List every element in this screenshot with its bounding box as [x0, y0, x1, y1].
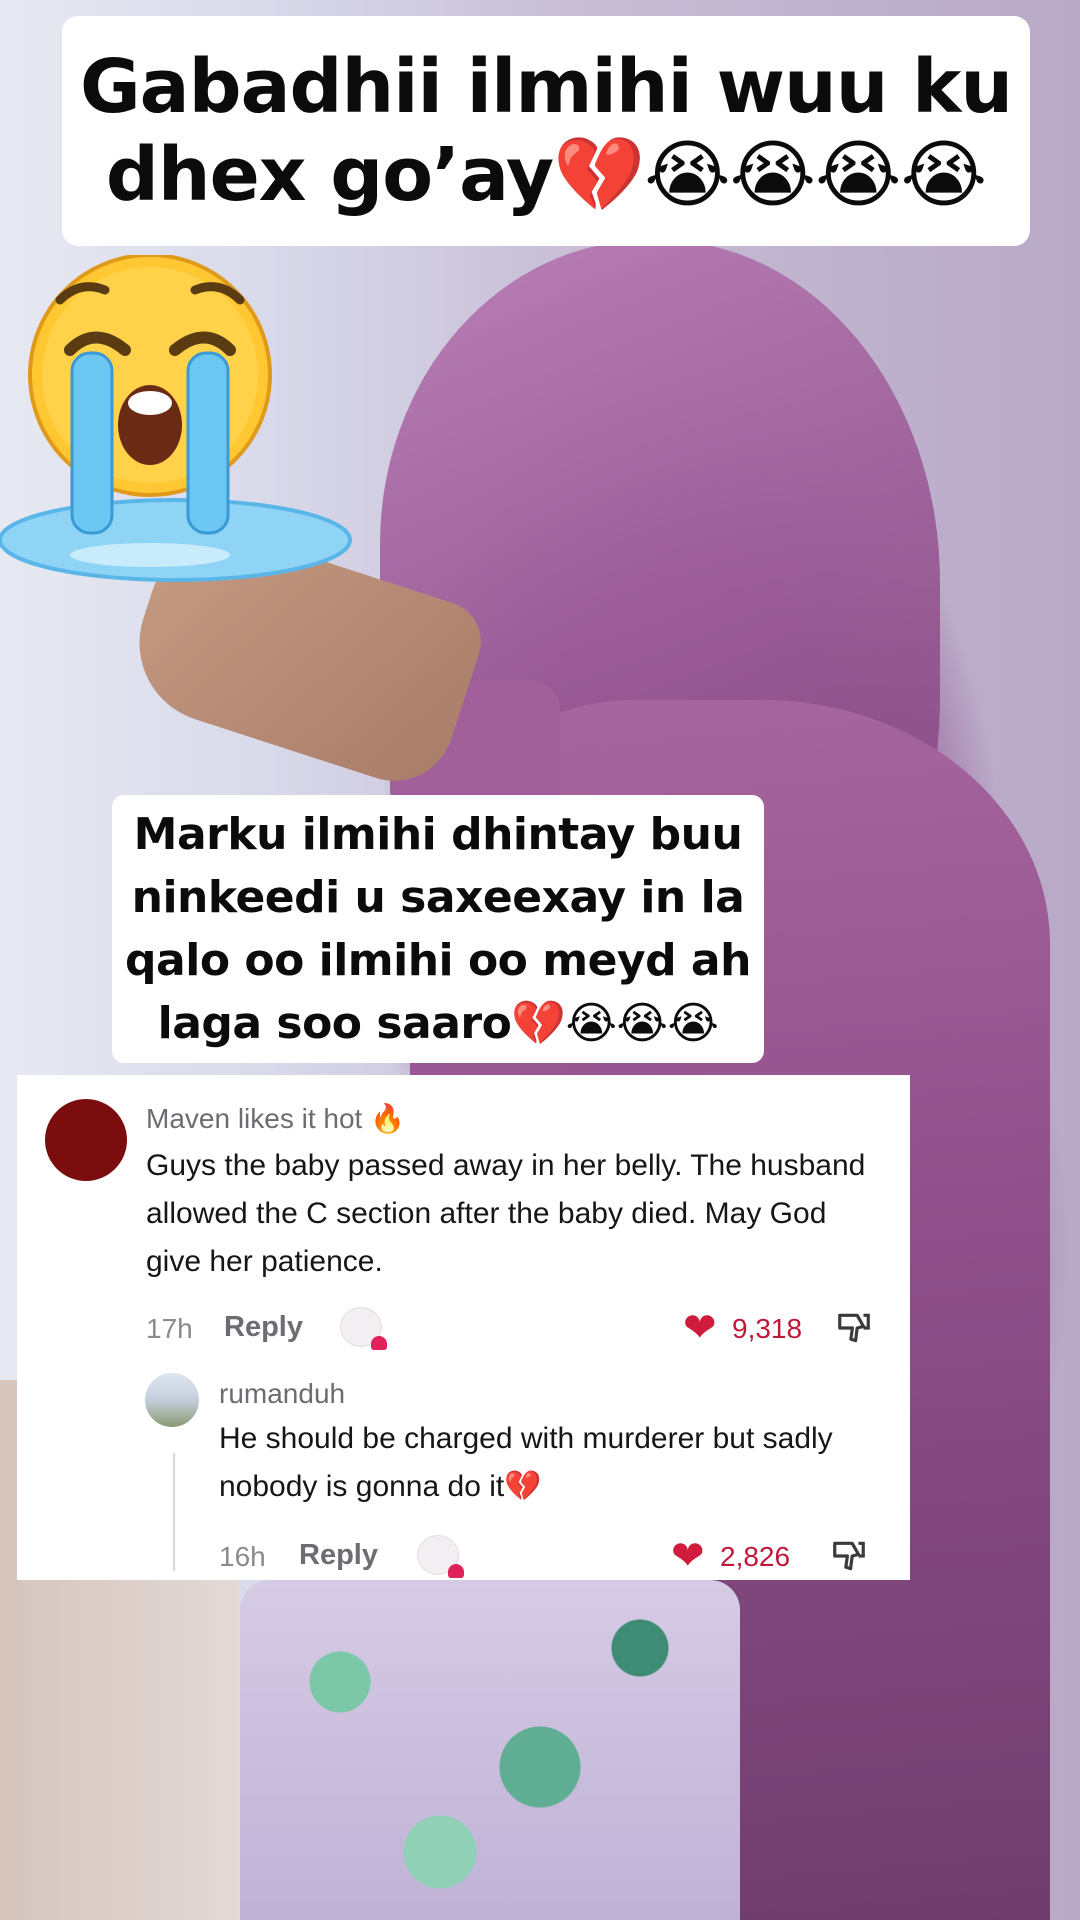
- reply-button[interactable]: Reply: [299, 1539, 378, 1572]
- comment-text: He should be charged with murderer but s…: [219, 1422, 833, 1503]
- title-overlay: Gabadhii ilmihi wuu ku dhex go’ay💔😭😭😭😭: [62, 16, 1030, 246]
- floral-skirt: [240, 1580, 740, 1920]
- comment-time: 17h: [146, 1313, 193, 1344]
- comments-panel: Maven likes it hot 🔥 Guys the baby passe…: [17, 1075, 910, 1580]
- title-text: Gabadhii ilmihi wuu ku dhex go’ay💔😭😭😭😭: [79, 44, 1013, 218]
- comment-text: Guys the baby passed away in her belly. …: [146, 1149, 866, 1278]
- caption-overlay: Marku ilmihi dhintay buu ninkeedi u saxe…: [112, 795, 764, 1063]
- sticker-icon[interactable]: [417, 1535, 464, 1578]
- comment-username[interactable]: rumanduh: [219, 1378, 345, 1410]
- sticker-icon[interactable]: [340, 1307, 387, 1350]
- avatar[interactable]: [45, 1099, 127, 1181]
- like-count: 9,318: [732, 1313, 803, 1344]
- reply-button[interactable]: Reply: [224, 1311, 303, 1344]
- crying-emoji-icon: [0, 255, 352, 582]
- comment-username[interactable]: Maven likes it hot 🔥: [146, 1102, 405, 1135]
- like-count: 2,826: [720, 1541, 791, 1572]
- avatar[interactable]: [145, 1373, 199, 1427]
- thread-line: [173, 1453, 175, 1571]
- comment-time: 16h: [219, 1541, 266, 1572]
- dislike-icon[interactable]: [830, 1537, 868, 1575]
- heart-icon[interactable]: ❤: [671, 1536, 705, 1576]
- dislike-icon[interactable]: [835, 1309, 873, 1347]
- heart-icon[interactable]: ❤: [683, 1308, 717, 1348]
- caption-text: Marku ilmihi dhintay buu ninkeedi u saxe…: [125, 809, 751, 1049]
